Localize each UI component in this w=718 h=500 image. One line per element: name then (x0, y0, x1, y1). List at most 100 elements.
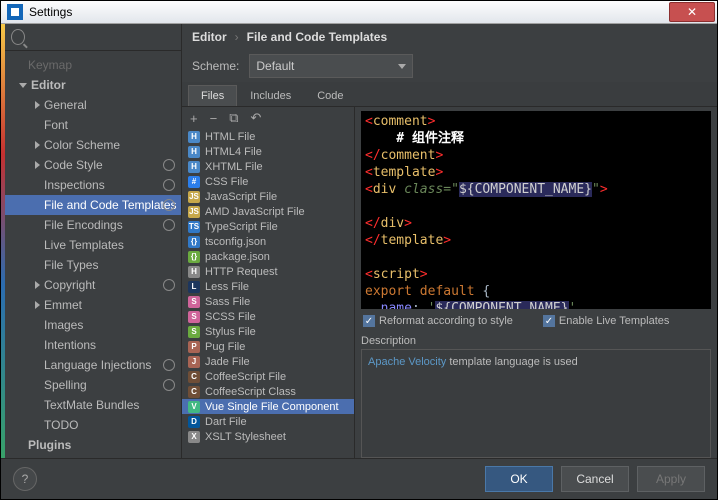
file-icon: L (188, 281, 200, 293)
sidebar-item[interactable]: TODO (5, 415, 181, 435)
undo-icon[interactable]: ↶ (250, 110, 261, 126)
reformat-check[interactable]: ✓ Reformat according to style (363, 315, 513, 327)
copy-icon[interactable]: ⧉ (229, 110, 238, 126)
file-item-label: SCSS File (205, 311, 256, 323)
scheme-row: Scheme: Default (182, 50, 717, 82)
gear-icon (163, 159, 175, 171)
sidebar-item[interactable]: Editor (5, 75, 181, 95)
add-icon[interactable]: + (190, 111, 198, 126)
template-editor[interactable]: <comment> # 组件注释</comment><template><div… (361, 111, 711, 309)
file-item[interactable]: CCoffeeScript File (182, 369, 354, 384)
file-item[interactable]: HHTTP Request (182, 264, 354, 279)
file-item[interactable]: CCoffeeScript Class (182, 384, 354, 399)
sidebar-item[interactable]: File Encodings (5, 215, 181, 235)
checkbox-checked-icon: ✓ (363, 315, 375, 327)
tab[interactable]: Includes (237, 85, 304, 106)
file-item-label: Less File (205, 281, 249, 293)
search-input[interactable] (29, 29, 175, 46)
file-item-label: Vue Single File Component (205, 401, 339, 413)
file-item[interactable]: L Less File (182, 279, 354, 294)
file-icon: V (188, 401, 200, 413)
file-item[interactable]: HHTML File (182, 129, 354, 144)
button-bar: ? OK Cancel Apply (1, 458, 717, 499)
sidebar-item-label: Images (44, 318, 83, 332)
sidebar-item-label: Color Scheme (44, 138, 120, 152)
sidebar-item-label: Plugins (28, 438, 71, 452)
file-list[interactable]: HHTML FileHHTML4 FileHXHTML File#CSS Fil… (182, 129, 354, 458)
scheme-select[interactable]: Default (249, 54, 413, 78)
file-item-label: Sass File (205, 296, 250, 308)
file-item[interactable]: HHTML4 File (182, 144, 354, 159)
sidebar-item-label: TextMate Bundles (44, 398, 139, 412)
sidebar-item-label: Copyright (44, 278, 95, 292)
main-panel: Editor › File and Code Templates Scheme:… (182, 24, 717, 458)
sidebar-item[interactable]: TextMate Bundles (5, 395, 181, 415)
sidebar-item[interactable]: File Types (5, 255, 181, 275)
file-icon: JS (188, 206, 200, 218)
file-item[interactable]: SStylus File (182, 324, 354, 339)
sidebar-item[interactable]: Version Control (5, 455, 181, 458)
gear-icon (163, 219, 175, 231)
sidebar-item[interactable]: Live Templates (5, 235, 181, 255)
sidebar-item[interactable]: Copyright (5, 275, 181, 295)
file-item[interactable]: XXSLT Stylesheet (182, 429, 354, 444)
file-item[interactable]: V Vue Single File Component (182, 399, 354, 414)
settings-window: Settings ✕ KeymapEditorGeneralFontColor … (0, 0, 718, 500)
live-templates-check[interactable]: ✓ Enable Live Templates (543, 315, 669, 327)
file-icon: H (188, 146, 200, 158)
file-item-label: package.json (205, 251, 270, 263)
sidebar-item[interactable]: Spelling (5, 375, 181, 395)
scheme-value: Default (256, 59, 294, 73)
file-icon: C (188, 371, 200, 383)
close-button[interactable]: ✕ (669, 2, 715, 22)
file-item-label: XSLT Stylesheet (205, 431, 286, 443)
sidebar-item[interactable]: Keymap (5, 55, 181, 75)
file-icon: H (188, 161, 200, 173)
file-item-label: TypeScript File (205, 221, 278, 233)
remove-icon[interactable]: − (210, 111, 218, 126)
arrow-right-icon (35, 301, 40, 309)
sidebar-item[interactable]: Inspections (5, 175, 181, 195)
file-item[interactable]: SSass File (182, 294, 354, 309)
gear-icon (163, 379, 175, 391)
sidebar-item[interactable]: Color Scheme (5, 135, 181, 155)
sidebar-item[interactable]: Intentions (5, 335, 181, 355)
checkbox-checked-icon: ✓ (543, 315, 555, 327)
sidebar-item[interactable]: File and Code Templates (5, 195, 181, 215)
tab[interactable]: Code (304, 85, 356, 106)
apply-button[interactable]: Apply (637, 466, 705, 492)
search-box[interactable] (5, 24, 181, 51)
breadcrumb-sep: › (235, 30, 239, 44)
sidebar-item[interactable]: Language Injections (5, 355, 181, 375)
sidebar-item[interactable]: General (5, 95, 181, 115)
gear-icon (163, 179, 175, 191)
description-suffix: template language is used (446, 356, 577, 368)
settings-tree[interactable]: Keymap Editor GeneralFont Color Scheme Code … (5, 51, 181, 458)
file-item[interactable]: SSCSS File (182, 309, 354, 324)
velocity-link[interactable]: Apache Velocity (368, 356, 446, 368)
file-item[interactable]: JSAMD JavaScript File (182, 204, 354, 219)
file-item[interactable]: JSJavaScript File (182, 189, 354, 204)
file-item[interactable]: TSTypeScript File (182, 219, 354, 234)
file-item[interactable]: DDart File (182, 414, 354, 429)
sidebar-item[interactable]: Plugins (5, 435, 181, 455)
file-item-label: XHTML File (205, 161, 263, 173)
arrow-right-icon (35, 281, 40, 289)
file-item[interactable]: {}package.json (182, 249, 354, 264)
file-item[interactable]: {}tsconfig.json (182, 234, 354, 249)
sidebar-item[interactable]: Emmet (5, 295, 181, 315)
file-item[interactable]: H XHTML File (182, 159, 354, 174)
breadcrumb-leaf: File and Code Templates (247, 30, 387, 44)
sidebar-item[interactable]: Font (5, 115, 181, 135)
help-button[interactable]: ? (13, 467, 37, 491)
ok-button[interactable]: OK (485, 466, 553, 492)
sidebar-item-label: Editor (31, 78, 66, 92)
cancel-button[interactable]: Cancel (561, 466, 629, 492)
file-item[interactable]: PPug File (182, 339, 354, 354)
sidebar-item-label: TODO (44, 418, 78, 432)
sidebar-item[interactable]: Code Style (5, 155, 181, 175)
sidebar-item[interactable]: Images (5, 315, 181, 335)
tab[interactable]: Files (188, 85, 237, 106)
file-item[interactable]: #CSS File (182, 174, 354, 189)
file-item[interactable]: JJade File (182, 354, 354, 369)
